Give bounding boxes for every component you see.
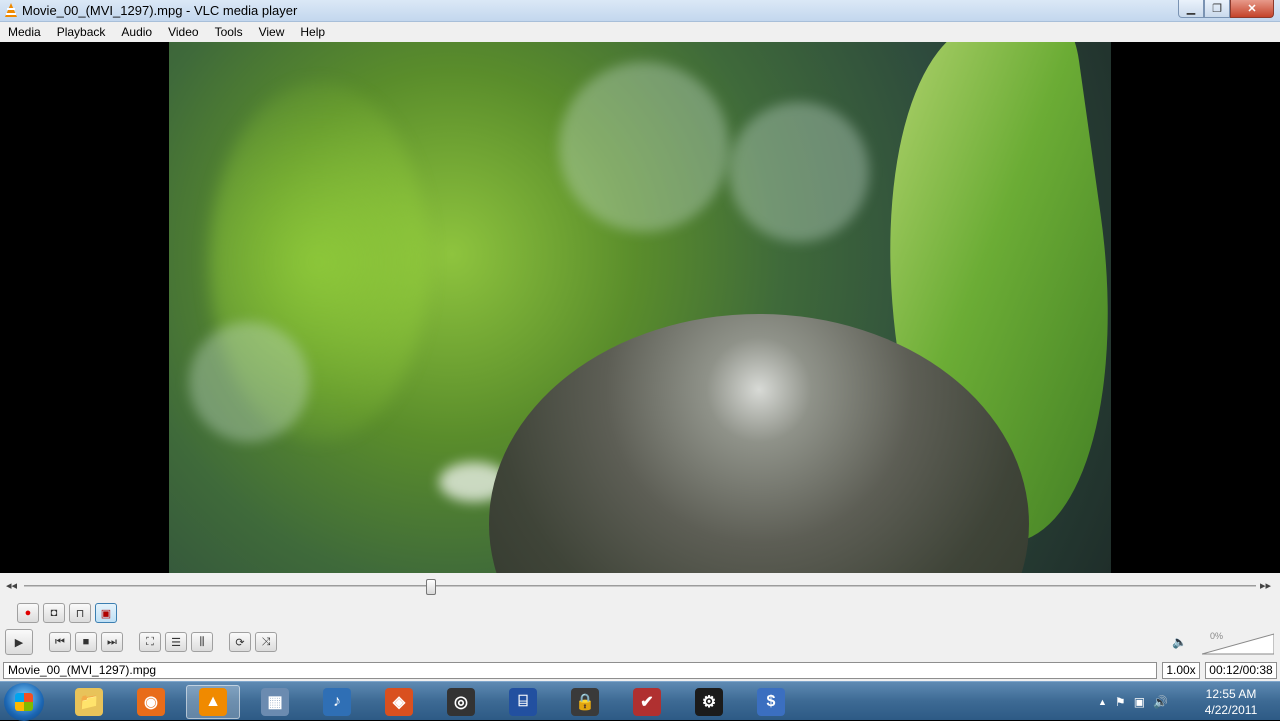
play-button[interactable]: ▶ <box>5 629 33 655</box>
taskbar: 📁 ◉ ▲ ▦ ♪ ◈ ◎ ⌸ 🔒 ✔ ⚙ $ ▲ ⚑ ▣ 🔊 12:55 AM 4/22/2011 <box>0 681 1280 721</box>
extended-settings-button[interactable]: ⫼ <box>191 632 213 652</box>
video-frame <box>169 42 1111 573</box>
taskbar-button[interactable]: ✔ <box>620 685 674 719</box>
windows-logo-icon <box>15 693 33 711</box>
menu-media[interactable]: Media <box>0 25 49 39</box>
controls-panel: ◂◂ ▸▸ ● ◘ ⊓ ▣ ▶ ⏮ ■ ⏭ ⛶ ☰ ⫼ ⟳ ⤨ 🔈 0% Mov… <box>0 573 1280 681</box>
playback-speed[interactable]: 1.00x <box>1162 662 1200 679</box>
lock-app-icon: 🔒 <box>571 688 599 716</box>
bokeh-light <box>729 102 869 242</box>
taskbar-button[interactable]: ⚙ <box>682 685 736 719</box>
menu-audio[interactable]: Audio <box>113 25 160 39</box>
stop-icon: ■ <box>82 636 90 648</box>
title-bar: Movie_00_(MVI_1297).mpg - VLC media play… <box>0 0 1280 22</box>
random-icon: ⤨ <box>261 635 271 648</box>
close-button[interactable]: ✕ <box>1230 0 1274 18</box>
snapshot-icon: ◘ <box>50 607 58 619</box>
menu-video[interactable]: Video <box>160 25 206 39</box>
seek-bar[interactable]: ◂◂ ▸▸ <box>0 579 1280 595</box>
playback-time[interactable]: 00:12/00:38 <box>1205 662 1277 679</box>
window-controls: ▁ ❐ ✕ <box>1178 0 1274 18</box>
fullscreen-icon: ⛶ <box>146 635 154 648</box>
previous-icon: ⏮ <box>55 635 65 648</box>
taskbar-button[interactable]: ⌸ <box>496 685 550 719</box>
taskbar-button[interactable]: 📁 <box>62 685 116 719</box>
firefox-icon: ◉ <box>137 688 165 716</box>
loop-button[interactable]: ⟳ <box>229 632 251 652</box>
taskbar-button[interactable]: ♪ <box>310 685 364 719</box>
taskbar-button[interactable]: ▦ <box>248 685 302 719</box>
taskbar-button[interactable]: ◎ <box>434 685 488 719</box>
start-button[interactable] <box>4 683 44 721</box>
bokeh-light <box>559 62 729 232</box>
status-bar: Movie_00_(MVI_1297).mpg 1.00x 00:12/00:3… <box>0 661 1280 681</box>
clock-time: 12:55 AM <box>1205 687 1257 701</box>
play-icon: ▶ <box>14 636 24 649</box>
monitor-icon: ▦ <box>261 688 289 716</box>
menu-view[interactable]: View <box>251 25 293 39</box>
menu-playback[interactable]: Playback <box>49 25 114 39</box>
taskbar-button[interactable]: $ <box>744 685 798 719</box>
menu-bar: Media Playback Audio Video Tools View He… <box>0 22 1280 42</box>
menu-tools[interactable]: Tools <box>207 25 251 39</box>
volume-slider[interactable] <box>1202 633 1274 655</box>
usb-icon: ⌸ <box>509 688 537 716</box>
taskbar-button[interactable]: 🔒 <box>558 685 612 719</box>
steam-icon: ⚙ <box>695 688 723 716</box>
seek-handle[interactable] <box>425 579 436 595</box>
random-button[interactable]: ⤨ <box>255 632 277 652</box>
tray-expand-icon[interactable]: ▲ <box>1098 697 1107 707</box>
status-filename: Movie_00_(MVI_1297).mpg <box>3 662 1157 679</box>
volume-control[interactable]: 🔈 0% <box>1172 631 1276 657</box>
loop-ab-button[interactable]: ⊓ <box>69 603 91 623</box>
music-icon: ♪ <box>323 688 351 716</box>
record-icon: ● <box>24 607 32 619</box>
vlc-cone-icon <box>5 3 17 17</box>
target-app-icon: ◎ <box>447 688 475 716</box>
frame-by-frame-button[interactable]: ▣ <box>95 603 117 623</box>
taskbar-button[interactable]: ◈ <box>372 685 426 719</box>
stop-button[interactable]: ■ <box>75 632 97 652</box>
speaker-icon[interactable]: 🔈 <box>1172 635 1187 649</box>
action-center-flag-icon[interactable]: ⚑ <box>1115 695 1126 709</box>
fullscreen-button[interactable]: ⛶ <box>139 632 161 652</box>
bokeh-light <box>189 322 309 442</box>
seek-forward-icon[interactable]: ▸▸ <box>1260 579 1271 592</box>
playlist-icon: ☰ <box>171 636 181 649</box>
loop-icon: ⟳ <box>235 636 245 649</box>
loop-ab-icon: ⊓ <box>75 607 85 620</box>
video-area[interactable] <box>0 42 1280 573</box>
snapshot-button[interactable]: ◘ <box>43 603 65 623</box>
playlist-button[interactable]: ☰ <box>165 632 187 652</box>
dollar-app-icon: $ <box>757 688 785 716</box>
clipboard-icon: ✔ <box>633 688 661 716</box>
taskbar-button[interactable]: ▲ <box>186 685 240 719</box>
maximize-button[interactable]: ❐ <box>1204 0 1230 18</box>
menu-help[interactable]: Help <box>292 25 333 39</box>
explorer-icon: 📁 <box>75 688 103 716</box>
network-icon[interactable]: ▣ <box>1134 695 1145 709</box>
extended-settings-icon: ⫼ <box>199 635 205 648</box>
clock[interactable]: 12:55 AM 4/22/2011 <box>1196 686 1266 718</box>
previous-button[interactable]: ⏮ <box>49 632 71 652</box>
next-icon: ⏭ <box>107 635 117 648</box>
clock-date: 4/22/2011 <box>1204 703 1258 717</box>
eye-app-icon: ◈ <box>385 688 413 716</box>
record-button[interactable]: ● <box>17 603 39 623</box>
seek-back-icon[interactable]: ◂◂ <box>6 579 17 592</box>
volume-tray-icon[interactable]: 🔊 <box>1153 695 1168 709</box>
seek-track[interactable] <box>24 585 1256 587</box>
minimize-button[interactable]: ▁ <box>1178 0 1204 18</box>
system-tray: ▲ ⚑ ▣ 🔊 <box>1098 692 1168 712</box>
taskbar-button[interactable]: ◉ <box>124 685 178 719</box>
frame-by-frame-icon: ▣ <box>100 607 112 620</box>
window-title: Movie_00_(MVI_1297).mpg - VLC media play… <box>22 3 298 18</box>
vlc-icon: ▲ <box>199 688 227 716</box>
next-button[interactable]: ⏭ <box>101 632 123 652</box>
